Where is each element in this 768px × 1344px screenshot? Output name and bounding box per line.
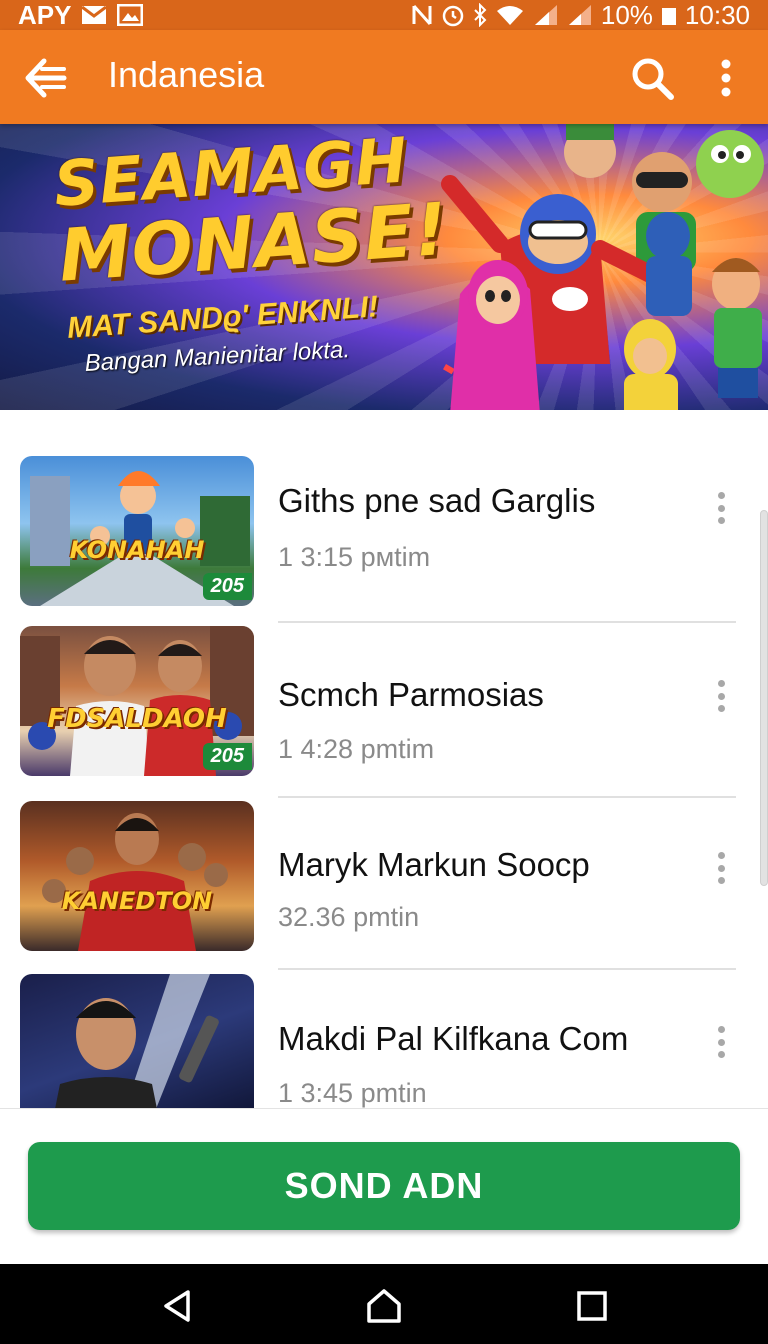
- item-overflow-button[interactable]: [708, 488, 734, 528]
- promo-banner[interactable]: SEAMAGH MONASE! MAT SANDϱ' ENKNLI! Banga…: [0, 124, 768, 410]
- app-bar: Indanesia: [0, 30, 768, 124]
- bluetooth-icon: [474, 3, 487, 27]
- thumbnail-title: KONAHAH: [69, 536, 205, 564]
- search-button[interactable]: [628, 54, 676, 102]
- thumbnail-badge: 205: [202, 743, 252, 770]
- alarm-icon: [442, 5, 464, 27]
- home-icon: [367, 1289, 401, 1323]
- list-item[interactable]: KANEDTON Maryk Markun Soocp 32.36 pmtin: [0, 794, 768, 964]
- nfc-icon: [412, 5, 432, 25]
- battery-icon: [661, 8, 676, 25]
- screen: APY 10% 10:30 Indanesia SEAMAGH MONASE! …: [0, 0, 768, 1344]
- video-thumbnail[interactable]: FDSALDAOH 205: [20, 626, 254, 776]
- video-title: Maryk Markun Soocp: [278, 846, 590, 883]
- more-vert-icon: [721, 59, 731, 97]
- nav-home-button[interactable]: [364, 1286, 404, 1326]
- video-time: 32.36 pmtin: [278, 902, 420, 932]
- video-thumbnail[interactable]: KANEDTON: [20, 801, 254, 951]
- list-item[interactable]: KONAHAH 205 Giths pne sad Garglis 1 3:15…: [0, 448, 768, 618]
- heroes-illustration: [441, 124, 764, 410]
- thumbnail-title: KANEDTON: [61, 887, 213, 915]
- mail-icon: [81, 5, 108, 24]
- nav-recents-button[interactable]: [572, 1286, 612, 1326]
- thumbnail-art: [55, 974, 219, 1108]
- video-thumbnail[interactable]: KONAHAH 205: [20, 456, 254, 606]
- status-right: 10% 10:30: [411, 0, 750, 31]
- recents-square-icon: [577, 1291, 607, 1321]
- action-area: SOND ADN: [0, 1108, 768, 1264]
- banner-headline: SEAMAGH MONASE!: [52, 124, 451, 298]
- clock: 10:30: [684, 0, 750, 30]
- item-overflow-button[interactable]: [708, 848, 734, 888]
- video-time: 1 4:28 pmtim: [278, 734, 435, 764]
- video-title: Giths pne sad Garglis: [278, 482, 596, 519]
- video-time: 1 3:15 pмtim: [278, 542, 431, 572]
- search-icon: [632, 58, 674, 100]
- carrier-text: APY: [18, 0, 72, 30]
- thumbnail-art: [42, 813, 228, 951]
- scrollbar[interactable]: [760, 510, 768, 886]
- back-triangle-icon: [164, 1290, 190, 1322]
- list-item[interactable]: Makdi Pal Kilfkana Com 1 3:45 pmtin: [0, 966, 768, 1108]
- item-overflow-button[interactable]: [708, 1022, 734, 1062]
- wifi-icon: [496, 6, 523, 25]
- photo-icon: [117, 4, 144, 26]
- signal-icon-2: [568, 5, 591, 25]
- status-bar: APY 10% 10:30: [0, 0, 768, 30]
- page-title: Indanesia: [108, 54, 265, 95]
- item-overflow-button[interactable]: [708, 676, 734, 716]
- back-button[interactable]: [22, 55, 70, 101]
- navigation-bar: [0, 1264, 768, 1344]
- signal-icon: [534, 5, 557, 25]
- video-list[interactable]: KONAHAH 205 Giths pne sad Garglis 1 3:15…: [0, 410, 768, 1108]
- thumbnail-title: FDSALDAOH: [47, 704, 227, 734]
- battery-percent: 10%: [600, 0, 653, 30]
- back-arrow-icon: [25, 58, 67, 98]
- primary-action-button[interactable]: SOND ADN: [28, 1142, 740, 1230]
- nav-back-button[interactable]: [158, 1286, 198, 1326]
- video-thumbnail[interactable]: [20, 974, 254, 1108]
- status-left: APY: [18, 0, 144, 31]
- video-title: Makdi Pal Kilfkana Com: [278, 1020, 629, 1057]
- video-title: Scmch Parmosias: [278, 676, 544, 713]
- overflow-menu-button[interactable]: [708, 54, 744, 102]
- list-item[interactable]: FDSALDAOH 205 Scmch Parmosias 1 4:28 pmt…: [0, 620, 768, 790]
- thumbnail-badge: 205: [202, 573, 252, 600]
- video-time: 1 3:45 pmtin: [278, 1078, 427, 1108]
